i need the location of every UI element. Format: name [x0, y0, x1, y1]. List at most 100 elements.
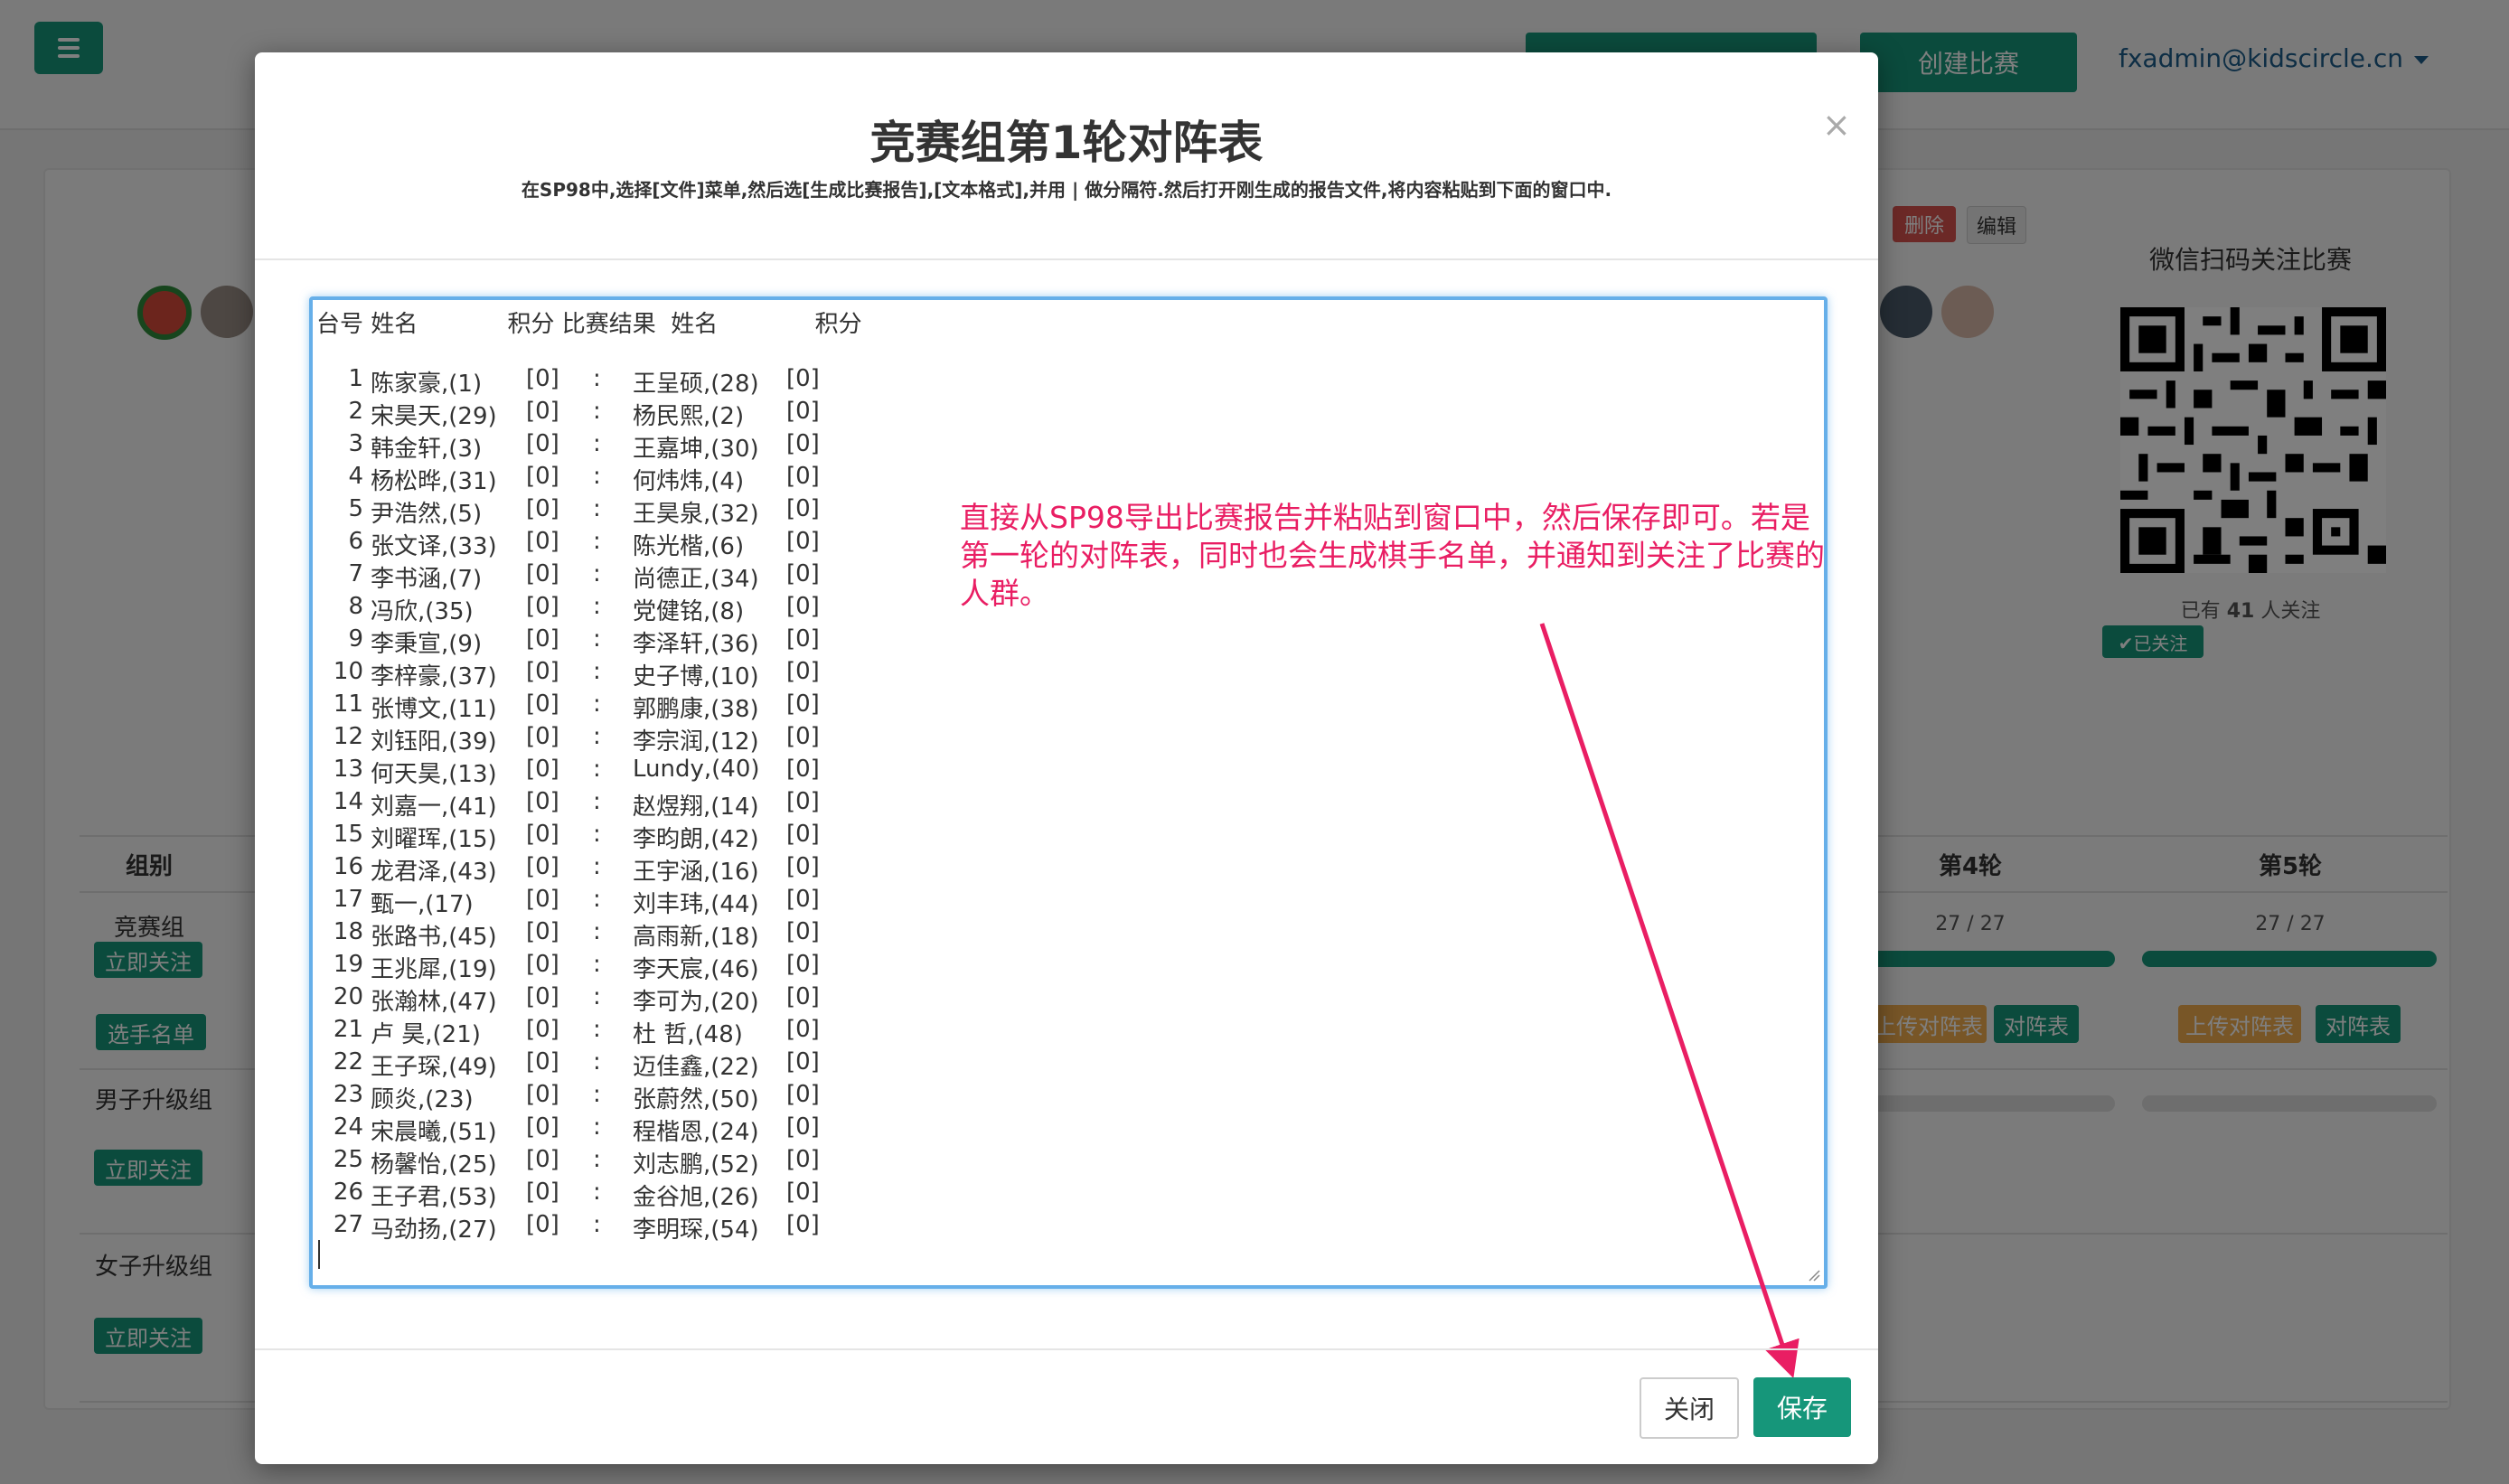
annotation-note: 直接从SP98导出比赛报告并粘贴到窗口中，然后保存即可。若是第一轮的对阵表，同时… — [960, 500, 1825, 611]
table-number: 5 — [348, 495, 363, 522]
table-number: 6 — [348, 528, 363, 555]
result-separator: : — [593, 1016, 601, 1043]
result-separator: : — [593, 853, 601, 880]
result-separator: : — [593, 593, 601, 620]
table-number: 3 — [348, 430, 363, 457]
player1-score: [0] — [526, 983, 559, 1010]
player1-name: 刘嘉一,(41) — [371, 794, 497, 821]
player2-name: Lundy,(40) — [633, 756, 760, 783]
result-separator: : — [593, 1146, 601, 1173]
player2-score: [0] — [786, 593, 820, 620]
player2-name: 程楷恩,(24) — [633, 1119, 759, 1146]
result-separator: : — [593, 1048, 601, 1075]
player2-score: [0] — [786, 1081, 820, 1108]
player1-name: 张博文,(11) — [371, 696, 497, 723]
player1-score: [0] — [526, 528, 559, 555]
text-cursor — [318, 1240, 320, 1269]
player1-name: 张文译,(33) — [371, 533, 497, 560]
table-number: 2 — [348, 398, 363, 425]
player2-name: 李昀朗,(42) — [633, 826, 759, 853]
player2-name: 李明琛,(54) — [633, 1216, 759, 1244]
result-separator: : — [593, 528, 601, 555]
result-separator: : — [593, 463, 601, 490]
modal-footer-divider — [255, 1348, 1878, 1350]
player1-name: 杨馨怡,(25) — [371, 1151, 497, 1179]
result-separator: : — [593, 658, 601, 685]
player2-score: [0] — [786, 1016, 820, 1043]
table-number: 25 — [333, 1146, 363, 1173]
result-separator: : — [593, 756, 601, 783]
result-separator: : — [593, 495, 601, 522]
player2-name: 赵煜翔,(14) — [633, 794, 759, 821]
player2-name: 陈光楷,(6) — [633, 533, 745, 560]
close-icon[interactable]: × — [1822, 105, 1851, 145]
close-button[interactable]: 关闭 — [1640, 1377, 1739, 1439]
player1-name: 宋晨曦,(51) — [371, 1119, 497, 1146]
player1-score: [0] — [526, 756, 559, 783]
result-separator: : — [593, 430, 601, 457]
player1-score: [0] — [526, 560, 559, 587]
player1-name: 王子君,(53) — [371, 1184, 497, 1211]
player1-score: [0] — [526, 365, 559, 392]
player1-score: [0] — [526, 1016, 559, 1043]
player1-name: 陈家豪,(1) — [371, 371, 483, 398]
player1-name: 李书涵,(7) — [371, 566, 483, 593]
player1-name: 甄一,(17) — [371, 891, 474, 918]
table-number: 15 — [333, 821, 363, 848]
player2-name: 李可为,(20) — [633, 989, 759, 1016]
table-number: 22 — [333, 1048, 363, 1075]
modal-instructions: 在SP98中,选择[文件]菜单,然后选[生成比赛报告],[文本格式],并用 | … — [521, 179, 1612, 201]
player1-score: [0] — [526, 625, 559, 653]
player2-name: 李宗润,(12) — [633, 728, 759, 756]
player2-name: 刘丰玮,(44) — [633, 891, 759, 918]
result-separator: : — [593, 560, 601, 587]
player2-score: [0] — [786, 1211, 820, 1238]
player1-name: 张瀚林,(47) — [371, 989, 497, 1016]
resize-handle-icon[interactable] — [1808, 1269, 1820, 1282]
table-number: 11 — [333, 690, 363, 718]
player2-score: [0] — [786, 886, 820, 913]
player1-name: 王子琛,(49) — [371, 1054, 497, 1081]
player2-name: 高雨新,(18) — [633, 924, 759, 951]
player1-score: [0] — [526, 821, 559, 848]
table-number: 1 — [348, 365, 363, 392]
result-separator: : — [593, 788, 601, 815]
player2-score: [0] — [786, 398, 820, 425]
player1-name: 何天昊,(13) — [371, 761, 497, 788]
player2-score: [0] — [786, 821, 820, 848]
player2-name: 王呈硕,(28) — [633, 371, 759, 398]
player2-name: 尚德正,(34) — [633, 566, 759, 593]
save-button[interactable]: 保存 — [1753, 1377, 1851, 1437]
player2-score: [0] — [786, 625, 820, 653]
player2-score: [0] — [786, 365, 820, 392]
player1-score: [0] — [526, 723, 559, 750]
report-textarea[interactable]: 台号 姓名 积分 比赛结果 姓名 积分 1 陈家豪,(1) [0]: 王呈硕,(28)… — [309, 296, 1828, 1289]
player2-score: [0] — [786, 560, 820, 587]
result-separator: : — [593, 1081, 601, 1108]
player2-score: [0] — [786, 983, 820, 1010]
player1-name: 刘曜珲,(15) — [371, 826, 497, 853]
result-separator: : — [593, 821, 601, 848]
player1-score: [0] — [526, 398, 559, 425]
table-number: 4 — [348, 463, 363, 490]
textarea-header-line: 台号 姓名 积分 比赛结果 姓名 积分 — [316, 311, 862, 338]
player2-score: [0] — [786, 1113, 820, 1141]
player1-score: [0] — [526, 918, 559, 945]
player1-score: [0] — [526, 1048, 559, 1075]
table-number: 24 — [333, 1113, 363, 1141]
table-number: 7 — [348, 560, 363, 587]
player1-score: [0] — [526, 1113, 559, 1141]
player2-score: [0] — [786, 853, 820, 880]
result-separator: : — [593, 398, 601, 425]
player1-name: 马劲扬,(27) — [371, 1216, 497, 1244]
table-number: 23 — [333, 1081, 363, 1108]
player2-score: [0] — [786, 658, 820, 685]
table-number: 26 — [333, 1179, 363, 1206]
player2-name: 王嘉坤,(30) — [633, 436, 759, 463]
player1-name: 刘钰阳,(39) — [371, 728, 497, 756]
player1-score: [0] — [526, 463, 559, 490]
result-separator: : — [593, 1179, 601, 1206]
result-separator: : — [593, 918, 601, 945]
player1-score: [0] — [526, 886, 559, 913]
table-number: 17 — [333, 886, 363, 913]
